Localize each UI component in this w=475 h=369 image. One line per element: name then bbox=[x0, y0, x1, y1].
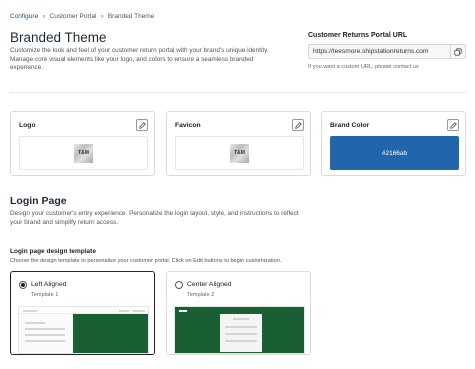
portal-url-value[interactable]: https://teesmore.shipstationreturns.com bbox=[309, 48, 450, 55]
preview-green-panel bbox=[73, 314, 148, 353]
section-divider bbox=[10, 92, 466, 93]
preview-line bbox=[225, 326, 257, 328]
breadcrumb-configure[interactable]: Configure bbox=[10, 13, 38, 20]
copy-icon bbox=[454, 47, 462, 56]
page-title: Branded Theme bbox=[10, 30, 107, 45]
template-description: Choose the design template to personaliz… bbox=[10, 258, 282, 264]
page-description: Customize the look and feel of your cust… bbox=[10, 47, 269, 72]
preview-line bbox=[119, 310, 129, 312]
template-number: Template 1 bbox=[31, 292, 59, 298]
preview-line bbox=[23, 310, 37, 312]
logo-preview: T&M bbox=[19, 136, 148, 170]
template-label: Login page design template bbox=[10, 248, 96, 255]
preview-line bbox=[233, 318, 249, 320]
logo-card: Logo T&M bbox=[10, 111, 155, 176]
favicon-preview: T&M bbox=[175, 136, 304, 170]
pencil-icon bbox=[294, 121, 302, 129]
copy-button[interactable] bbox=[450, 45, 465, 58]
portal-url-hint: If you want a custom URL, please contact… bbox=[308, 64, 419, 70]
logo-edit-button[interactable] bbox=[136, 119, 148, 131]
breadcrumb-separator-icon: » bbox=[42, 13, 46, 20]
template-radio-center-aligned[interactable] bbox=[175, 281, 183, 289]
preview-line bbox=[225, 340, 257, 342]
template-name: Left Aligned bbox=[31, 281, 67, 288]
brand-color-swatch: #2166ab bbox=[330, 136, 459, 170]
brand-color-card: Brand Color #2166ab bbox=[321, 111, 466, 176]
breadcrumb-branded-theme: Branded Theme bbox=[107, 13, 155, 20]
favicon-card-title: Favicon bbox=[175, 122, 201, 129]
login-section-title: Login Page bbox=[10, 195, 67, 207]
login-section-description: Design your customer's entry experience.… bbox=[10, 210, 299, 226]
preview-line bbox=[25, 334, 65, 336]
preview-line bbox=[25, 328, 65, 330]
favicon-edit-button[interactable] bbox=[292, 119, 304, 131]
template-preview-left bbox=[18, 306, 149, 354]
template-card-left-aligned[interactable]: Left Aligned Template 1 bbox=[10, 271, 155, 355]
preview-line bbox=[25, 322, 45, 324]
preview-line bbox=[133, 310, 145, 312]
portal-url-field: https://teesmore.shipstationreturns.com bbox=[308, 44, 466, 59]
preview-line bbox=[25, 340, 65, 342]
favicon-image: T&M bbox=[230, 143, 249, 163]
preview-line bbox=[225, 333, 257, 335]
logo-image: T&M bbox=[74, 143, 93, 163]
pencil-icon bbox=[449, 121, 457, 129]
favicon-card: Favicon T&M bbox=[166, 111, 311, 176]
breadcrumb: Configure » Customer Portal » Branded Th… bbox=[10, 13, 154, 20]
brand-color-card-title: Brand Color bbox=[330, 122, 370, 129]
template-card-center-aligned[interactable]: Center Aligned Template 2 bbox=[166, 271, 311, 355]
portal-url-label: Customer Returns Portal URL bbox=[308, 32, 408, 39]
template-radio-left-aligned[interactable] bbox=[19, 281, 27, 289]
breadcrumb-customer-portal[interactable]: Customer Portal bbox=[50, 13, 97, 20]
radio-selected-dot bbox=[21, 283, 25, 287]
breadcrumb-separator-icon: » bbox=[100, 13, 104, 20]
pencil-icon bbox=[138, 121, 146, 129]
template-preview-center bbox=[174, 306, 305, 354]
preview-line bbox=[179, 310, 187, 312]
template-name: Center Aligned bbox=[187, 281, 232, 288]
brand-color-edit-button[interactable] bbox=[447, 119, 459, 131]
template-number: Template 2 bbox=[187, 292, 215, 298]
logo-card-title: Logo bbox=[19, 122, 36, 129]
